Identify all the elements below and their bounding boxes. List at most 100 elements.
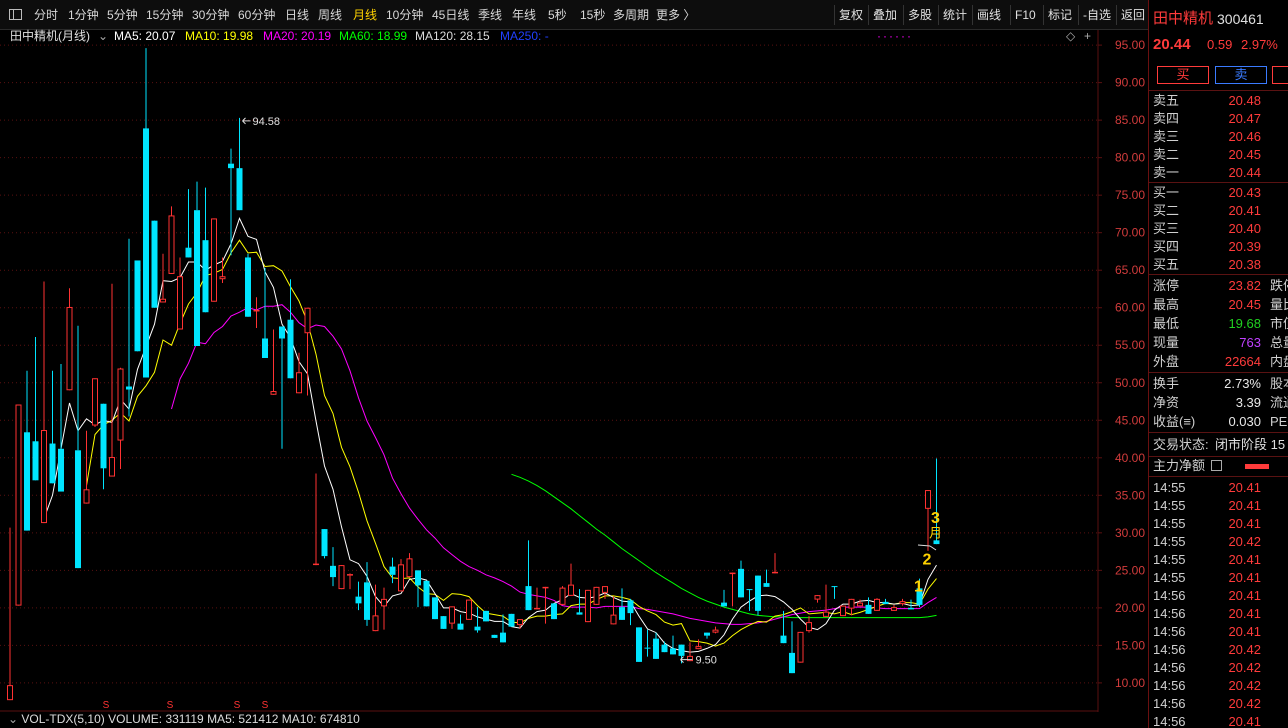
stat-row-label: 最低 <box>1153 316 1180 331</box>
stat2-row-value: 3.39 <box>1235 395 1261 410</box>
adjust-button[interactable]: 复权 <box>834 5 867 25</box>
period-tab[interactable]: 1分钟 <box>68 7 99 24</box>
candle <box>338 565 345 590</box>
candle-body <box>789 652 795 674</box>
period-tab[interactable]: 多周期 <box>613 7 649 24</box>
candle-body <box>126 386 132 390</box>
tick-row-value: 20.41 <box>1228 624 1261 639</box>
period-tab[interactable]: 45日线 <box>432 7 469 24</box>
tick-row-label: 14:55 <box>1153 516 1186 531</box>
f10-button[interactable]: F10 <box>1010 5 1040 25</box>
candle-body <box>899 601 906 605</box>
stat2-row-label: 净资 <box>1153 395 1180 410</box>
kline-chart[interactable]: 95.00 90.00 85.00 80.00 75.00 70.00 65.00 60.00… <box>0 30 1148 712</box>
candle <box>194 181 200 346</box>
period-tab[interactable]: 季线 <box>478 7 502 24</box>
tick-row: 14:56 20.42 <box>1149 641 1288 659</box>
period-tab[interactable]: 年线 <box>512 7 536 24</box>
max-marker-arrow <box>242 117 251 125</box>
period-tab[interactable]: 30分钟 <box>192 7 229 24</box>
y-tick-label: 40.00 <box>1115 451 1145 465</box>
candle <box>49 370 56 484</box>
tick-row-label: 14:56 <box>1153 606 1186 621</box>
tick-row-label: 14:55 <box>1153 552 1186 567</box>
candle-body <box>83 489 90 504</box>
settings-dropdown-icon[interactable]: ⌄ <box>8 712 18 726</box>
period-tab-active[interactable]: 月线 <box>353 7 377 24</box>
bid-row-value: 20.41 <box>1228 203 1261 218</box>
period-tab[interactable]: 15分钟 <box>146 7 183 24</box>
more-periods-menu[interactable]: 更多 〉 <box>656 7 695 24</box>
candle-body <box>491 634 498 638</box>
y-tick-label: 80.00 <box>1115 151 1145 165</box>
period-tab[interactable]: 日线 <box>285 7 309 24</box>
candle-body <box>474 626 481 631</box>
tick-row-label: 14:56 <box>1153 588 1186 603</box>
max-marker-label: 94.58 <box>253 116 281 128</box>
ask-row-value: 20.44 <box>1228 165 1261 180</box>
period-toolbar: 分时 1分钟 5分钟 15分钟 30分钟 60分钟 日线 周线 月线 10分钟 … <box>0 0 1148 30</box>
fund-flow-row[interactable]: 主力净额 <box>1149 457 1288 475</box>
line-marker <box>917 544 937 551</box>
draw-line-button[interactable]: 画线 <box>972 5 1005 25</box>
candle-body <box>270 391 277 395</box>
ask-row: 卖二 20.45 <box>1149 146 1288 164</box>
sell-button[interactable]: 卖 <box>1215 66 1267 84</box>
period-tab[interactable]: 5秒 <box>548 7 567 24</box>
stat-row-ext: 市值 <box>1270 316 1288 331</box>
period-tab[interactable]: 60分钟 <box>238 7 275 24</box>
candle-body <box>712 629 719 633</box>
overlay-button[interactable]: 叠加 <box>868 5 901 25</box>
candle-body <box>151 220 158 308</box>
period-tab[interactable]: 15秒 <box>580 7 605 24</box>
volume-value: VOLUME: 331119 <box>108 712 204 726</box>
candle-body <box>823 611 829 617</box>
tick-row-label: 14:55 <box>1153 480 1186 495</box>
ask-row: 卖一 20.44 <box>1149 164 1288 182</box>
mark-button[interactable]: 标记 <box>1043 5 1076 25</box>
candle <box>364 562 370 626</box>
current-price: 20.44 <box>1153 36 1191 53</box>
candle-body <box>287 319 294 379</box>
candle <box>704 632 710 639</box>
statistics-button[interactable]: 统计 <box>938 5 971 25</box>
stat2-row: 收益(≡) 0.030 PE <box>1149 413 1288 431</box>
candle <box>823 584 829 617</box>
extra-button[interactable] <box>1272 66 1288 84</box>
candle-body <box>194 210 200 346</box>
candle-body <box>483 610 489 622</box>
candle-body <box>466 599 472 620</box>
grid-icon[interactable] <box>1211 460 1222 471</box>
back-button[interactable]: 返回 <box>1116 5 1149 25</box>
volume-indicator-name: VOL-TDX(5,10) <box>21 712 105 726</box>
remove-watchlist-button[interactable]: -自选 <box>1078 5 1115 25</box>
period-tab[interactable]: 10分钟 <box>386 7 423 24</box>
tick-row: 14:55 20.42 <box>1149 533 1288 551</box>
candle <box>712 626 719 634</box>
layout-toggle-icon[interactable] <box>9 9 22 20</box>
tick-row: 14:55 20.41 <box>1149 497 1288 515</box>
candle <box>610 596 617 625</box>
y-tick-label: 20.00 <box>1115 601 1145 615</box>
multi-stock-button[interactable]: 多股 <box>903 5 936 25</box>
candle <box>814 595 821 603</box>
period-tab[interactable]: 周线 <box>318 7 342 24</box>
volume-legend: ⌄ VOL-TDX(5,10) VOLUME: 331119 MA5: 5214… <box>8 712 360 726</box>
candle <box>729 572 736 607</box>
candle-body <box>763 583 770 587</box>
period-tab[interactable]: 分时 <box>34 7 58 24</box>
period-tab[interactable]: 5分钟 <box>107 7 138 24</box>
candle <box>24 370 30 531</box>
candle <box>66 288 73 391</box>
stat-row-label: 现量 <box>1153 335 1180 350</box>
candle <box>202 187 209 313</box>
buy-button[interactable]: 买 <box>1157 66 1209 84</box>
volume-ma5: MA5: 521412 <box>207 712 279 726</box>
candle <box>483 610 489 622</box>
tick-row-value: 20.42 <box>1228 660 1261 675</box>
candle-body <box>636 627 642 662</box>
candle-body <box>857 602 863 607</box>
candle <box>109 283 115 477</box>
candle-body <box>865 604 872 614</box>
candle-body <box>398 564 404 592</box>
